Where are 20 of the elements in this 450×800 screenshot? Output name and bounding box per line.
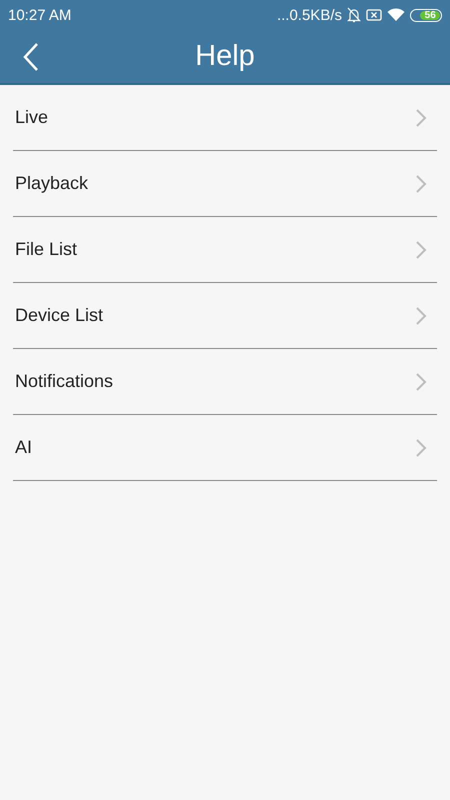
sim-icon [366,9,382,21]
screen-title: Help [195,40,255,73]
help-item[interactable]: File List [13,217,437,283]
chevron-icon [415,174,427,194]
chevron-icon [415,372,427,392]
back-icon[interactable] [21,42,41,72]
help-item[interactable]: AI [13,415,437,481]
network-speed: ...0.5KB/s [276,6,342,24]
chevron-icon [415,108,427,128]
help-item[interactable]: Notifications [13,349,437,415]
battery-level: 56 [420,10,440,20]
chevron-icon [415,438,427,458]
help-item[interactable]: Playback [13,151,437,217]
chevron-icon [415,240,427,260]
help-item[interactable]: Live [13,85,437,151]
wifi-icon [387,8,405,22]
help-item[interactable]: Device List [13,283,437,349]
chevron-icon [415,306,427,326]
status-time: 10:27 AM [8,6,72,24]
bell-off-icon [347,7,361,23]
